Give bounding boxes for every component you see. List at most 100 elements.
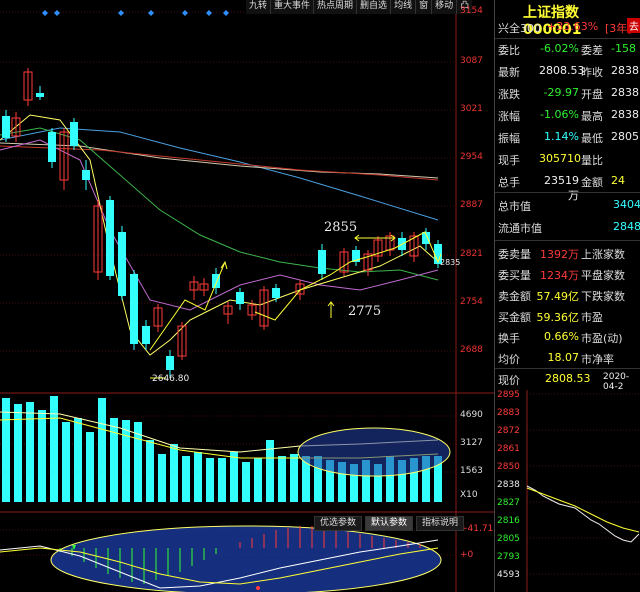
quote-label: 委买量	[498, 269, 531, 282]
order-row: 换手 0.66% 市盈(动)	[495, 326, 640, 348]
quote-label: 振幅	[498, 132, 520, 145]
market-cap-row: 总市值 3404	[495, 194, 640, 216]
quote-value: -158	[611, 42, 636, 55]
quote-value: 305710	[539, 152, 581, 165]
quote-row: 最新 2808.53 昨收 2838	[495, 60, 640, 82]
quote-row: 总手 23519万 金额 24	[495, 170, 640, 202]
quote-label: 量比	[581, 154, 603, 167]
move-button[interactable]: 移动	[431, 0, 457, 14]
quote-label: 金额	[581, 176, 603, 189]
quote-label: 总市值	[498, 200, 531, 213]
quote-label: 昨收	[581, 66, 603, 79]
quote-value: 3404	[613, 198, 640, 211]
quote-value: 1.14%	[544, 130, 579, 143]
quote-label: 委卖量	[498, 248, 531, 261]
low-price-label: 2646.80	[152, 374, 190, 384]
quote-label: 卖金额	[498, 290, 531, 303]
quote-value: 2838	[611, 108, 639, 121]
tab-indicator-help[interactable]: 指标说明	[416, 516, 465, 531]
last-price-label: 2835	[440, 258, 461, 267]
minute-tick: 2838	[497, 480, 520, 490]
major-events-button[interactable]: 重大事件	[270, 0, 314, 14]
indicator-tabs: 优选参数 默认参数 指标说明	[314, 516, 467, 531]
quote-value: 1392万	[540, 248, 579, 261]
minute-price: 2808.53	[545, 372, 591, 385]
jiuzhuan-button[interactable]: 九转	[246, 0, 271, 14]
quote-label: 最高	[581, 110, 603, 123]
quote-label: 市盈(动)	[581, 332, 623, 345]
quote-label: 买金额	[498, 311, 531, 324]
minute-tick: 2805	[497, 534, 520, 544]
minute-tick: 2861	[497, 444, 520, 454]
quote-label: 下跌家数	[581, 290, 625, 303]
ma-button[interactable]: 均线	[390, 0, 416, 14]
quote-label: 流通市值	[498, 222, 542, 235]
quote-label: 最新	[498, 66, 520, 79]
minute-tick: 2872	[497, 426, 520, 436]
quote-row: 现手 305710 量比	[495, 148, 640, 170]
remove-watchlist-button[interactable]: 删自选	[356, 0, 391, 14]
vol-tick: 3127	[460, 438, 483, 448]
order-row: 买金额 59.36亿 市盈	[495, 305, 640, 327]
order-row: 均价 18.07 市净率	[495, 347, 640, 369]
vol-tick: X10	[460, 490, 478, 500]
hot-cycle-button[interactable]: 热点周期	[313, 0, 357, 14]
minute-tick: 2816	[497, 516, 520, 526]
quote-label: 涨跌	[498, 88, 520, 101]
minute-tick: 2827	[497, 498, 520, 508]
quote-label: 平盘家数	[581, 269, 625, 282]
quote-value: 57.49亿	[536, 290, 580, 303]
quote-row: 振幅 1.14% 最低 2805	[495, 126, 640, 148]
quote-value: 24	[611, 174, 625, 187]
annotation-2855: 2855	[324, 220, 358, 235]
price-tick: 3087	[460, 56, 483, 66]
quote-label: 涨幅	[498, 110, 520, 123]
quote-row: 涨幅 -1.06% 最高 2838	[495, 104, 640, 126]
kline-chart[interactable]	[0, 0, 494, 592]
minute-label: 现价	[498, 374, 520, 387]
price-tick: 2688	[460, 345, 483, 355]
price-tick: 3021	[460, 104, 483, 114]
tab-default-params[interactable]: 默认参数	[365, 516, 414, 531]
quote-label: 委比	[498, 44, 520, 57]
quote-value: 18.07	[547, 351, 580, 364]
vol-tick: 4690	[460, 410, 483, 420]
quote-value: -1.06%	[540, 108, 579, 121]
fund-row[interactable]: 兴全300 +33.63% [3年] 去	[495, 16, 640, 38]
tab-preferred-params[interactable]: 优选参数	[314, 516, 363, 531]
go-button[interactable]: 去	[627, 18, 640, 33]
quote-label: 总手	[498, 176, 520, 189]
order-row: 卖金额 57.49亿 下跌家数	[495, 284, 640, 306]
price-tick: 2754	[460, 297, 483, 307]
order-row: 委卖量 1392万 上涨家数	[495, 242, 640, 264]
quote-label: 市净率	[581, 353, 614, 366]
market-cap-row: 流通市值 2848	[495, 216, 640, 238]
price-tick: 3154	[460, 6, 483, 16]
quote-value: 2838	[611, 86, 639, 99]
quote-label: 委差	[581, 44, 603, 57]
minute-tick: 2793	[497, 552, 520, 562]
fund-change: +33.63%	[547, 20, 599, 33]
fund-name: 兴全300	[498, 22, 541, 35]
quote-value: 0.66%	[544, 330, 579, 343]
quote-value: 2805	[611, 130, 639, 143]
minute-tick: 2883	[497, 408, 520, 418]
quote-value: -6.02%	[540, 42, 579, 55]
minute-date: 2020-04-2	[603, 372, 630, 392]
quote-value: 2838	[611, 64, 639, 77]
quote-label: 均价	[498, 353, 520, 366]
quote-label: 上涨家数	[581, 248, 625, 261]
window-button[interactable]: 窗	[415, 0, 432, 14]
annotation-2775: 2775	[348, 304, 382, 319]
quote-label: 最低	[581, 132, 603, 145]
quote-row: 涨跌 -29.97 开盘 2838	[495, 82, 640, 104]
price-tick: 2821	[460, 249, 483, 259]
minute-tick: 2895	[497, 390, 520, 400]
quote-label: 市盈	[581, 311, 603, 324]
quote-value: 1234万	[540, 269, 579, 282]
vol-tick: 1563	[460, 466, 483, 476]
chart-toolbar: 九转 重大事件 热点周期 删自选 均线 窗 移动 凸	[246, 0, 473, 14]
minute-tick: 2850	[497, 462, 520, 472]
quote-value: -29.97	[543, 86, 579, 99]
quote-panel: 上证指数 000001 兴全300 +33.63% [3年] 去 委比 -6.02…	[494, 0, 640, 592]
